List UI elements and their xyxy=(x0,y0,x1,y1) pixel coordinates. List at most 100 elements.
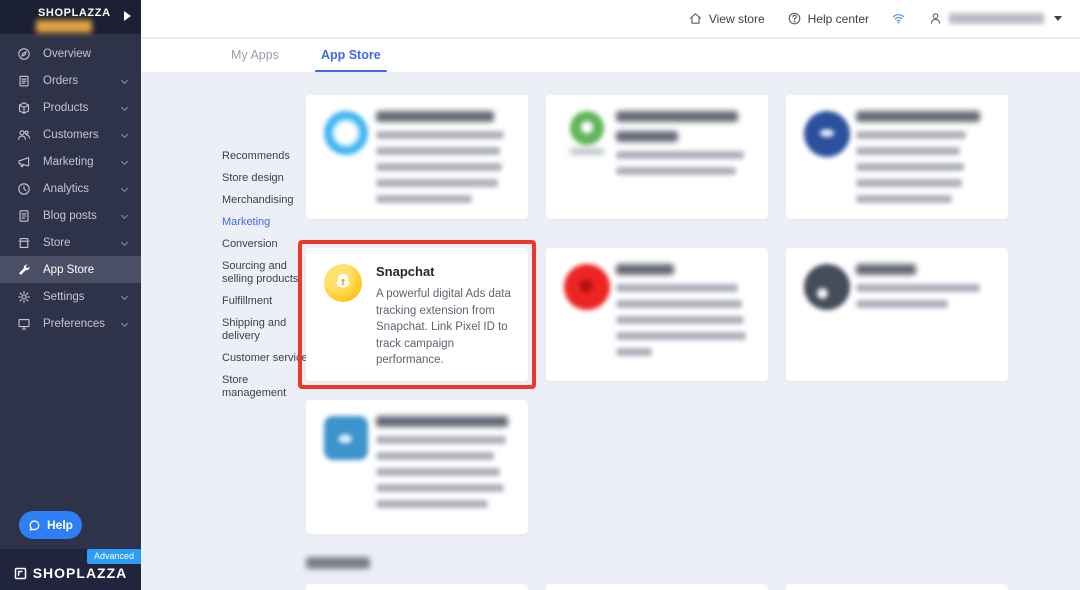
sidebar-item-products[interactable]: Products xyxy=(0,94,141,121)
sidebar-item-analytics[interactable]: Analytics xyxy=(0,175,141,202)
sidebar-item-label: Preferences xyxy=(43,318,105,330)
topbar: View store Help center xyxy=(141,0,1080,38)
app-icon-red-circle xyxy=(564,264,610,310)
document-icon xyxy=(17,209,31,223)
clipboard-icon xyxy=(17,74,31,88)
app-description: A powerful digital Ads data tracking ext… xyxy=(376,286,512,369)
app-card-partial[interactable] xyxy=(786,584,1008,590)
app-card-blurred-2[interactable] xyxy=(546,95,768,219)
partial-cards-row xyxy=(306,584,1008,590)
sidebar-item-label: Overview xyxy=(43,48,91,60)
account-menu[interactable] xyxy=(928,11,1062,26)
sidebar-item-overview[interactable]: Overview xyxy=(0,40,141,67)
app-card-blurred-6[interactable] xyxy=(306,400,528,534)
sidebar-item-app-store[interactable]: App Store xyxy=(0,256,141,283)
category-sourcing[interactable]: Sourcing and selling products xyxy=(222,260,308,286)
sidebar-header: SHOPLAZZA xyxy=(0,0,141,34)
help-button[interactable]: Help xyxy=(19,511,82,539)
app-icon-blue-ring xyxy=(324,111,368,155)
sidebar-item-label: Customers xyxy=(43,129,99,141)
app-card-partial[interactable] xyxy=(306,584,528,590)
category-nav: Recommends Store design Merchandising Ma… xyxy=(222,150,308,409)
help-button-label: Help xyxy=(47,518,73,532)
cube-icon xyxy=(17,101,31,115)
blurred-text-placeholder xyxy=(616,111,752,183)
sidebar-item-label: Store xyxy=(43,237,71,249)
category-merchandising[interactable]: Merchandising xyxy=(222,194,308,207)
store-name-blurred xyxy=(36,20,92,33)
app-card-blurred-4[interactable] xyxy=(546,248,768,381)
chevron-down-icon xyxy=(121,212,128,219)
account-email-blurred xyxy=(949,13,1044,24)
tab-app-store[interactable]: App Store xyxy=(319,39,383,72)
view-store-link[interactable]: View store xyxy=(688,11,765,26)
category-customer-service[interactable]: Customer service xyxy=(222,352,308,365)
wrench-icon xyxy=(17,263,31,277)
chat-bubble-icon xyxy=(28,519,41,532)
blurred-text-placeholder xyxy=(856,264,992,316)
view-store-label: View store xyxy=(709,12,765,26)
footer-brand-text: SHOPLAZZA xyxy=(33,565,128,581)
plan-badge: Advanced xyxy=(87,549,141,564)
category-fulfillment[interactable]: Fulfillment xyxy=(222,295,308,308)
compass-icon xyxy=(17,47,31,61)
chevron-down-icon xyxy=(121,293,128,300)
app-store-content: Recommends Store design Merchandising Ma… xyxy=(141,72,1080,590)
app-card-partial[interactable] xyxy=(546,584,768,590)
sidebar-nav: Overview Orders Products Customers Marke… xyxy=(0,40,141,337)
sidebar-item-label: Products xyxy=(43,102,88,114)
home-icon xyxy=(688,11,703,26)
sidebar-item-store[interactable]: Store xyxy=(0,229,141,256)
sidebar-item-settings[interactable]: Settings xyxy=(0,283,141,310)
sidebar-item-label: Analytics xyxy=(43,183,89,195)
sidebar-item-customers[interactable]: Customers xyxy=(0,121,141,148)
sidebar-footer: Advanced SHOPLAZZA xyxy=(0,549,141,590)
help-center-link[interactable]: Help center xyxy=(787,11,869,26)
chevron-down-icon xyxy=(121,131,128,138)
app-icon-dark-blue-circle xyxy=(804,111,850,157)
chevron-down-icon xyxy=(121,104,128,111)
network-status-button[interactable] xyxy=(891,11,906,26)
app-card-blurred-3[interactable] xyxy=(786,95,1008,219)
footer-logo: SHOPLAZZA xyxy=(0,565,141,581)
category-conversion[interactable]: Conversion xyxy=(222,238,308,251)
app-title: Snapchat xyxy=(376,264,512,279)
sidebar-item-label: App Store xyxy=(43,264,94,276)
app-icon-green-circle xyxy=(564,111,604,154)
app-icon-blue-square xyxy=(324,416,368,460)
section-heading-blurred xyxy=(306,557,370,569)
sidebar-item-orders[interactable]: Orders xyxy=(0,67,141,94)
sidebar-item-preferences[interactable]: Preferences xyxy=(0,310,141,337)
clock-icon xyxy=(17,182,31,196)
gear-icon xyxy=(17,290,31,304)
category-recommends[interactable]: Recommends xyxy=(222,150,308,163)
sidebar-item-label: Settings xyxy=(43,291,85,303)
tab-my-apps[interactable]: My Apps xyxy=(229,39,281,72)
category-store-management[interactable]: Store management xyxy=(222,374,308,400)
apps-tabs: My Apps App Store xyxy=(141,39,1080,72)
sidebar-item-marketing[interactable]: Marketing xyxy=(0,148,141,175)
sidebar-expand-icon[interactable] xyxy=(124,11,131,21)
app-card-snapchat[interactable]: Snapchat A powerful digital Ads data tra… xyxy=(306,248,528,381)
sidebar-item-blog-posts[interactable]: Blog posts xyxy=(0,202,141,229)
blurred-text-placeholder xyxy=(616,264,752,364)
person-icon xyxy=(928,11,943,26)
category-shipping[interactable]: Shipping and delivery xyxy=(222,317,308,343)
chevron-down-icon xyxy=(121,239,128,246)
storefront-icon xyxy=(17,236,31,250)
question-circle-icon xyxy=(787,11,802,26)
sidebar-item-label: Orders xyxy=(43,75,78,87)
category-store-design[interactable]: Store design xyxy=(222,172,308,185)
wifi-icon xyxy=(891,11,906,26)
sidebar-item-label: Blog posts xyxy=(43,210,97,222)
monitor-icon xyxy=(17,317,31,331)
category-marketing[interactable]: Marketing xyxy=(222,216,308,229)
snapchat-ghost-icon xyxy=(324,264,362,302)
help-center-label: Help center xyxy=(808,12,869,26)
blurred-text-placeholder xyxy=(856,111,992,211)
app-card-blurred-5[interactable] xyxy=(786,248,1008,381)
chevron-down-icon xyxy=(121,185,128,192)
app-card-blurred-1[interactable] xyxy=(306,95,528,219)
blurred-text-placeholder xyxy=(376,111,512,211)
shoplazza-logo-icon xyxy=(14,567,27,580)
